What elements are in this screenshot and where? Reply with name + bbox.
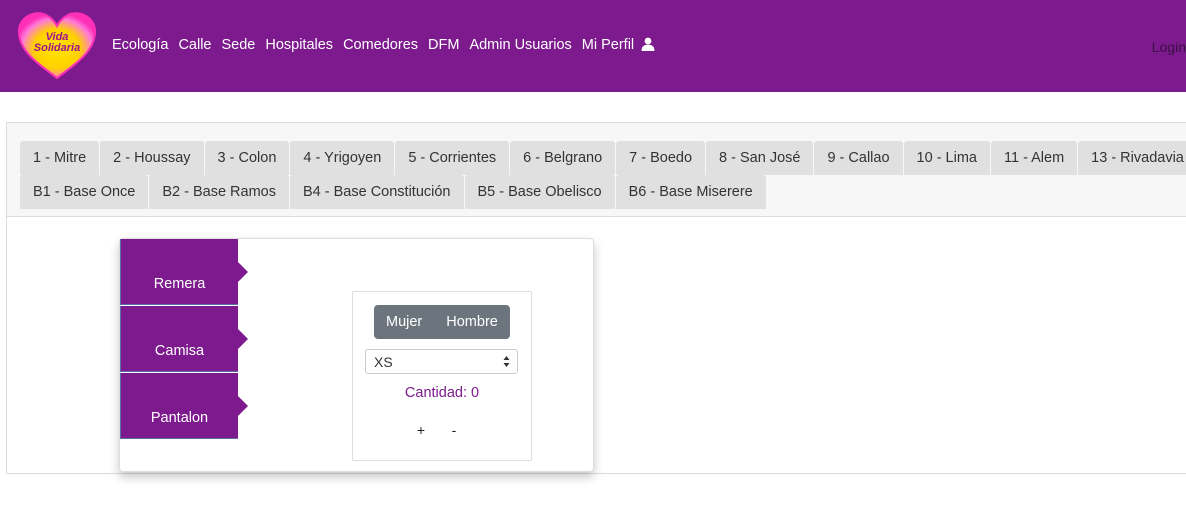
garment-card: Remera Camisa Pantalon Mujer Hombre XS C… bbox=[119, 238, 594, 472]
quantity-text: Cantidad: 0 bbox=[404, 385, 480, 401]
nav-hospitales[interactable]: Hospitales bbox=[265, 37, 333, 53]
garment-tab-label: Remera bbox=[153, 276, 206, 292]
tab-base-lima[interactable]: 10 - Lima bbox=[903, 141, 990, 175]
tab-base-alem[interactable]: 11 - Alem bbox=[990, 141, 1078, 175]
tab-base-obelisco[interactable]: B5 - Base Obelisco bbox=[464, 175, 615, 209]
gender-button-group: Mujer Hombre bbox=[374, 305, 510, 339]
nav-mi-perfil-label: Mi Perfil bbox=[581, 37, 635, 53]
tab-base-houssay[interactable]: 2 - Houssay bbox=[100, 141, 204, 175]
tab-base-belgrano[interactable]: 6 - Belgrano bbox=[510, 141, 616, 175]
tab-base-ramos[interactable]: B2 - Base Ramos bbox=[149, 175, 289, 209]
bases-tab-header: 1 - Mitre 2 - Houssay 3 - Colon 4 - Yrig… bbox=[7, 123, 1186, 217]
garment-tab-label: Pantalon bbox=[150, 410, 209, 426]
quantity-controls: + - bbox=[415, 422, 460, 438]
tab-base-once[interactable]: B1 - Base Once bbox=[20, 175, 149, 209]
tab-arrow-icon bbox=[238, 396, 248, 416]
size-select-value: XS bbox=[374, 354, 393, 370]
top-navbar: Vida Solidaria Ecología Calle Sede Hospi… bbox=[0, 0, 1186, 92]
login-link[interactable]: Login bbox=[1152, 39, 1186, 55]
tab-base-san-jose[interactable]: 8 - San José bbox=[706, 141, 814, 175]
tab-base-constitucion[interactable]: B4 - Base Constitución bbox=[290, 175, 464, 209]
tab-arrow-icon bbox=[238, 329, 248, 349]
logo-text-solidaria: Solidaria bbox=[34, 42, 80, 54]
garment-tab-label: Camisa bbox=[154, 343, 205, 359]
nav-sede[interactable]: Sede bbox=[221, 37, 255, 53]
nav-comedores[interactable]: Comedores bbox=[343, 37, 418, 53]
tab-base-callao[interactable]: 9 - Callao bbox=[814, 141, 903, 175]
select-caret-icon bbox=[503, 356, 510, 367]
garment-tab-camisa[interactable]: Camisa bbox=[120, 306, 248, 372]
garment-tab-pantalon[interactable]: Pantalon bbox=[120, 373, 248, 439]
tab-base-miserere[interactable]: B6 - Base Miserere bbox=[615, 175, 766, 209]
size-quantity-panel: Mujer Hombre XS Cantidad: 0 + - bbox=[352, 291, 532, 461]
user-icon bbox=[641, 37, 655, 51]
bases-tabs-row-1: 1 - Mitre 2 - Houssay 3 - Colon 4 - Yrig… bbox=[20, 141, 1186, 175]
nav-ecologia[interactable]: Ecología bbox=[112, 37, 168, 53]
increment-button[interactable]: + bbox=[415, 422, 427, 438]
nav-admin-usuarios[interactable]: Admin Usuarios bbox=[469, 37, 571, 53]
size-select[interactable]: XS bbox=[365, 349, 518, 374]
nav-dfm[interactable]: DFM bbox=[428, 37, 459, 53]
hombre-button[interactable]: Hombre bbox=[434, 305, 510, 339]
nav-calle[interactable]: Calle bbox=[178, 37, 211, 53]
nav-links: Ecología Calle Sede Hospitales Comedores… bbox=[112, 37, 655, 53]
tab-base-boedo[interactable]: 7 - Boedo bbox=[616, 141, 706, 175]
decrement-button[interactable]: - bbox=[448, 422, 460, 438]
tab-base-rivadavia[interactable]: 13 - Rivadavia bbox=[1078, 141, 1186, 175]
quantity-label: Cantidad: 0 bbox=[353, 385, 531, 401]
tab-arrow-icon bbox=[238, 262, 248, 282]
tab-base-colon[interactable]: 3 - Colon bbox=[204, 141, 290, 175]
garment-tab-remera[interactable]: Remera bbox=[120, 239, 248, 305]
tab-base-corrientes[interactable]: 5 - Corrientes bbox=[395, 141, 510, 175]
nav-mi-perfil[interactable]: Mi Perfil bbox=[582, 37, 655, 53]
tab-base-yrigoyen[interactable]: 4 - Yrigoyen bbox=[290, 141, 395, 175]
mujer-button[interactable]: Mujer bbox=[374, 305, 435, 339]
tab-base-mitre[interactable]: 1 - Mitre bbox=[20, 141, 100, 175]
bases-tabs-row-2: B1 - Base Once B2 - Base Ramos B4 - Base… bbox=[20, 175, 767, 209]
vida-solidaria-logo[interactable]: Vida Solidaria bbox=[16, 10, 98, 80]
